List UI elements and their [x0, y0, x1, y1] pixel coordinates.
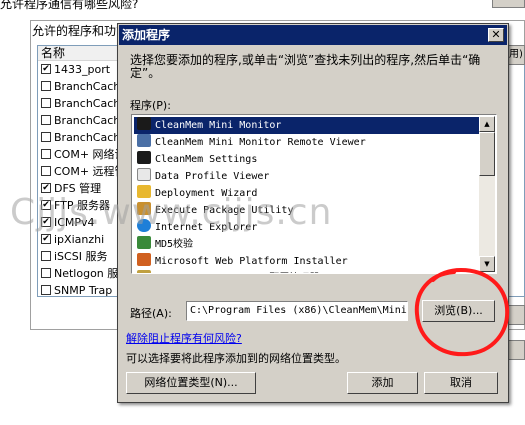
program-list-item[interactable]: Reporting Services 配置管理器 [134, 270, 479, 274]
folder-icon [137, 185, 151, 198]
cleanmem-icon [137, 151, 151, 164]
path-label: 路径(A): [130, 307, 172, 320]
checkbox-unchecked-icon[interactable] [41, 285, 51, 295]
network-location-types-button[interactable]: 网络位置类型(N)... [126, 372, 256, 394]
program-name: Internet Explorer [155, 222, 258, 233]
allowed-program-label: DFS 管理 [54, 182, 102, 195]
checkbox-unchecked-icon[interactable] [41, 132, 51, 142]
close-icon: ✕ [491, 28, 501, 41]
checkbox-checked-icon[interactable]: ✔ [41, 183, 51, 193]
scroll-up-arrow-icon[interactable]: ▲ [479, 116, 495, 132]
allowed-program-label: ICMPv4 [54, 216, 95, 229]
cleanmem-icon [137, 117, 151, 130]
dialog-titlebar[interactable]: 添加程序 ✕ [119, 25, 507, 45]
program-name: MD5校验 [155, 239, 194, 250]
md5-icon [137, 236, 151, 249]
network-location-description: 可以选择要将此程序添加到的网络位置类型。 [126, 352, 346, 365]
allowed-program-label: ipXianzhi [54, 233, 105, 246]
path-input[interactable]: C:\Program Files (x86)\CleanMem\Mini [186, 301, 408, 321]
program-list-item[interactable]: MD5校验 [134, 236, 479, 253]
program-name: Data Profile Viewer [155, 171, 270, 182]
scroll-down-arrow-icon[interactable]: ▼ [479, 256, 495, 272]
checkbox-checked-icon[interactable]: ✔ [41, 200, 51, 210]
program-list-item[interactable]: CleanMem Settings [134, 151, 479, 168]
checkbox-checked-icon[interactable]: ✔ [41, 234, 51, 244]
programs-label: 程序(P): [130, 99, 171, 112]
program-name: Deployment Wizard [155, 188, 258, 199]
program-name: CleanMem Mini Monitor [155, 120, 282, 131]
document-icon [137, 168, 151, 181]
checkbox-checked-icon[interactable]: ✔ [41, 64, 51, 74]
add-program-dialog: 添加程序 ✕ 选择您要添加的程序,或单击“浏览”查找未列出的程序,然后单击“确定… [117, 23, 509, 403]
checkbox-checked-icon[interactable]: ✔ [41, 217, 51, 227]
checkbox-unchecked-icon[interactable] [41, 98, 51, 108]
browse-button[interactable]: 浏览(B)... [422, 300, 495, 322]
cancel-button[interactable]: 取消 [424, 372, 498, 394]
ie-icon [137, 219, 151, 232]
program-list-item[interactable]: Internet Explorer [134, 219, 479, 236]
reporting-icon [137, 270, 151, 273]
program-name: CleanMem Mini Monitor Remote Viewer [155, 137, 366, 148]
scrollbar-thumb[interactable] [479, 132, 495, 176]
programs-listbox[interactable]: CleanMem Mini Monitor CleanMem Mini Monit… [131, 114, 497, 274]
program-list-item[interactable]: Deployment Wizard [134, 185, 479, 202]
unblock-risk-link[interactable]: 解除阻止程序有何风险? [126, 330, 242, 346]
checkbox-unchecked-icon[interactable] [41, 166, 51, 176]
add-button[interactable]: 添加 [347, 372, 418, 394]
close-button[interactable]: ✕ [488, 28, 504, 42]
background-top-button[interactable] [492, 0, 525, 8]
program-list-item[interactable]: Microsoft Web Platform Installer [134, 253, 479, 270]
allowed-program-label: FTP 服务器 [54, 199, 110, 212]
program-name: Execute Package Utility [155, 205, 294, 216]
dialog-title: 添加程序 [122, 28, 171, 42]
allowed-program-label: iSCSI 服务 [54, 250, 108, 263]
checkbox-unchecked-icon[interactable] [41, 115, 51, 125]
checkbox-unchecked-icon[interactable] [41, 81, 51, 91]
checkbox-unchecked-icon[interactable] [41, 251, 51, 261]
program-list-item[interactable]: Data Profile Viewer [134, 168, 479, 185]
program-name: Microsoft Web Platform Installer [155, 256, 348, 267]
program-list-item[interactable]: CleanMem Mini Monitor [134, 117, 479, 134]
monitor-icon [137, 134, 151, 147]
allowed-program-label: 1433_port [54, 63, 111, 76]
allowed-program-label: SNMP Trap [54, 284, 113, 297]
program-list-item[interactable]: Execute Package Utility [134, 202, 479, 219]
webpi-icon [137, 253, 151, 266]
vertical-scrollbar[interactable]: ▲ ▼ [479, 116, 495, 272]
program-list-item[interactable]: CleanMem Mini Monitor Remote Viewer [134, 134, 479, 151]
background-right-fragment: 用) [508, 45, 525, 65]
checkbox-unchecked-icon[interactable] [41, 149, 51, 159]
program-name: Reporting Services 配置管理器 [155, 273, 319, 274]
background-top-text: 允许程序通信有哪些风险? [0, 0, 139, 11]
instructions-text: 选择您要添加的程序,或单击“浏览”查找未列出的程序,然后单击“确定”。 [130, 53, 481, 80]
checkbox-unchecked-icon[interactable] [41, 268, 51, 278]
program-name: CleanMem Settings [155, 154, 258, 165]
package-icon [137, 202, 151, 215]
background-group-title: 允许的程序和功能 [32, 24, 129, 38]
